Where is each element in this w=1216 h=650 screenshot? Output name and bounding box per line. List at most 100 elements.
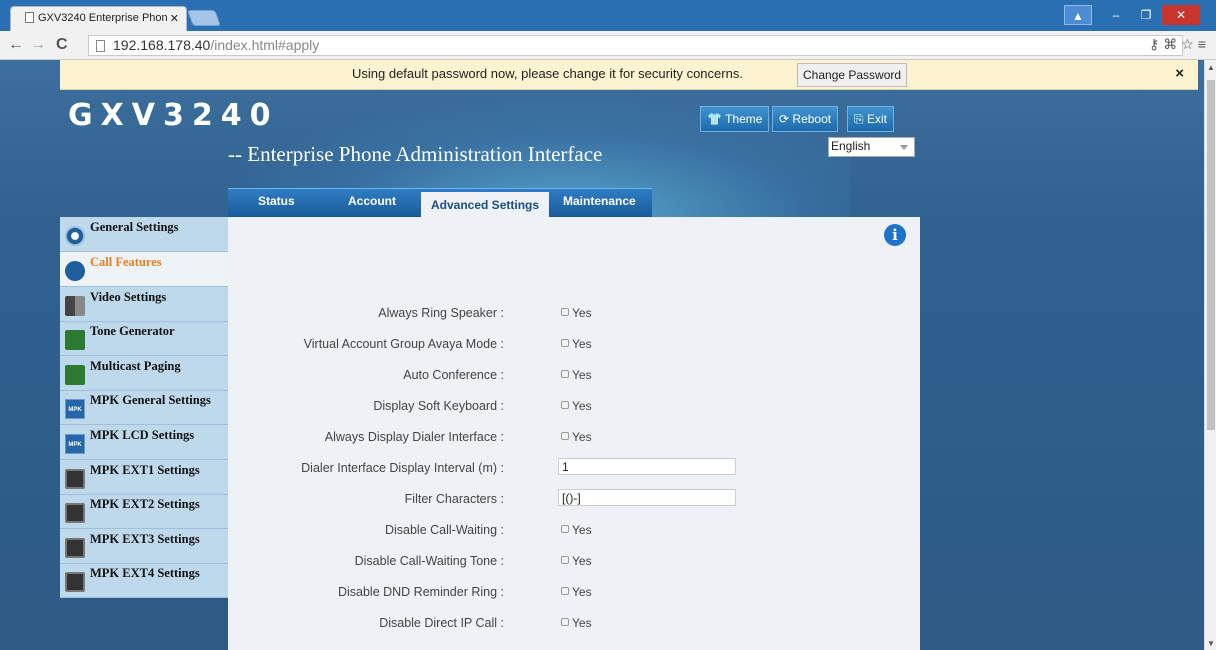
scroll-up-icon[interactable]: ▲: [1207, 63, 1215, 72]
reload-icon[interactable]: C: [56, 36, 68, 54]
sidebar: General Settings Call Features Video Set…: [60, 217, 228, 598]
sidebar-item-label: General Settings: [90, 220, 179, 234]
extension-module-icon: [65, 572, 85, 592]
yes-checkbox[interactable]: Yes: [561, 430, 592, 444]
yes-label: Yes: [572, 554, 592, 568]
phone-icon: [65, 261, 85, 281]
yes-label: Yes: [572, 337, 592, 351]
setting-row: Display Soft Keyboard : Yes: [228, 396, 920, 416]
setting-row: Auto Conference : Yes: [228, 365, 920, 385]
tab-maintenance[interactable]: Maintenance: [563, 194, 636, 208]
key-icon[interactable]: ⚷: [1149, 36, 1163, 52]
setting-row: Dialer Interface Display Interval (m) : 1: [228, 458, 920, 478]
sidebar-item-mpk-ext3-settings[interactable]: MPK EXT3 Settings: [60, 529, 228, 564]
yes-checkbox[interactable]: Yes: [561, 616, 592, 630]
video-icon: [65, 296, 85, 316]
setting-row: Virtual Account Group Avaya Mode : Yes: [228, 334, 920, 354]
sidebar-item-label: MPK EXT3 Settings: [90, 532, 200, 546]
mpk-icon: MPK: [65, 434, 85, 454]
sidebar-item-label: Multicast Paging: [90, 359, 181, 373]
page-subtitle: -- Enterprise Phone Administration Inter…: [228, 142, 603, 166]
sidebar-item-mpk-ext2-settings[interactable]: MPK EXT2 Settings: [60, 494, 228, 529]
reboot-button[interactable]: ⟳ Reboot: [772, 106, 839, 132]
yes-label: Yes: [572, 306, 592, 320]
minimize-icon[interactable]: –: [1102, 5, 1130, 25]
change-password-button[interactable]: Change Password: [797, 63, 908, 87]
setting-label: Always Ring Speaker :: [378, 306, 504, 320]
sidebar-item-general-settings[interactable]: General Settings: [60, 217, 228, 252]
browser-tab-strip: GXV3240 Enterprise Phon ✕ ▲ – ❐ ✕: [0, 0, 1216, 31]
setting-label: Disable Call-Waiting :: [384, 523, 504, 537]
sidebar-item-label: MPK General Settings: [90, 393, 211, 407]
sidebar-item-label: MPK EXT1 Settings: [90, 463, 200, 477]
back-icon[interactable]: ←: [8, 36, 24, 54]
gear-icon: [65, 226, 85, 246]
scrollbar-thumb[interactable]: [1207, 80, 1215, 430]
page-icon: [96, 40, 105, 52]
browser-tab[interactable]: GXV3240 Enterprise Phon ✕: [10, 6, 187, 31]
sidebar-item-mpk-ext1-settings[interactable]: MPK EXT1 Settings: [60, 460, 228, 495]
tab-account[interactable]: Account: [348, 194, 396, 208]
exit-icon: ⎘: [854, 112, 864, 126]
user-profile-icon[interactable]: ▲: [1064, 5, 1092, 25]
close-notice-icon[interactable]: ×: [1175, 65, 1184, 82]
yes-checkbox[interactable]: Yes: [561, 523, 592, 537]
dialer-interval-input[interactable]: 1: [558, 458, 736, 475]
sidebar-item-call-features[interactable]: Call Features: [60, 252, 228, 287]
sidebar-item-mpk-general-settings[interactable]: MPK MPK General Settings: [60, 390, 228, 425]
exit-label: Exit: [866, 112, 887, 126]
sidebar-item-label: Tone Generator: [90, 324, 175, 338]
setting-label: Disable DND Reminder Ring :: [337, 585, 504, 599]
scroll-down-icon[interactable]: ▼: [1207, 639, 1215, 648]
yes-checkbox[interactable]: Yes: [561, 306, 592, 320]
language-select[interactable]: English: [828, 137, 915, 157]
theme-label: Theme: [725, 112, 763, 126]
exit-button[interactable]: ⎘ Exit: [847, 106, 894, 132]
yes-checkbox[interactable]: Yes: [561, 337, 592, 351]
tab-status[interactable]: Status: [258, 194, 295, 208]
language-value: English: [831, 139, 871, 153]
new-tab-button[interactable]: [187, 10, 221, 26]
yes-label: Yes: [572, 616, 592, 630]
yes-checkbox[interactable]: Yes: [561, 554, 592, 568]
close-tab-icon[interactable]: ✕: [170, 12, 179, 25]
yes-label: Yes: [572, 430, 592, 444]
chevron-down-icon: [900, 145, 908, 150]
reboot-label: Reboot: [792, 112, 832, 126]
close-window-icon[interactable]: ✕: [1162, 5, 1200, 25]
yes-checkbox[interactable]: Yes: [561, 399, 592, 413]
sidebar-item-mpk-lcd-settings[interactable]: MPK MPK LCD Settings: [60, 425, 228, 460]
sidebar-item-label: MPK LCD Settings: [90, 428, 195, 442]
star-icon[interactable]: ☆: [1181, 36, 1198, 52]
music-note-icon: [65, 330, 85, 350]
extension-module-icon: [65, 503, 85, 523]
forward-icon[interactable]: →: [30, 36, 46, 54]
tab-advanced-settings[interactable]: Advanced Settings: [421, 192, 549, 218]
setting-label: Disable Call-Waiting Tone :: [354, 554, 504, 568]
setting-row: Disable Direct IP Call : Yes: [228, 613, 920, 633]
sidebar-item-video-settings[interactable]: Video Settings: [60, 287, 228, 322]
theme-button[interactable]: 👕 Theme: [700, 106, 770, 132]
setting-row: Disable Call-Waiting Tone : Yes: [228, 551, 920, 571]
address-bar[interactable]: 192.168.178.40/index.html#apply: [88, 35, 1183, 56]
page-scrollbar[interactable]: ▲ ▼: [1204, 60, 1216, 650]
setting-row: Filter Characters : [()-]: [228, 489, 920, 509]
sidebar-item-label: Video Settings: [90, 290, 167, 304]
setting-label: Auto Conference :: [403, 368, 504, 382]
yes-checkbox[interactable]: Yes: [561, 368, 592, 382]
sidebar-item-multicast-paging[interactable]: Multicast Paging: [60, 356, 228, 391]
yes-label: Yes: [572, 368, 592, 382]
info-icon[interactable]: i: [884, 224, 906, 246]
setting-row: Always Display Dialer Interface : Yes: [228, 427, 920, 447]
setting-label: Dialer Interface Display Interval (m) :: [301, 461, 504, 475]
sidebar-item-mpk-ext4-settings[interactable]: MPK EXT4 Settings: [60, 563, 228, 598]
menu-icon[interactable]: ≡: [1198, 36, 1210, 52]
product-logo: GXV3240: [68, 98, 279, 133]
sidebar-item-label: MPK EXT4 Settings: [90, 566, 200, 580]
translate-icon[interactable]: ⌘: [1163, 36, 1181, 52]
window-controls: ▲ – ❐ ✕: [1064, 5, 1200, 25]
restore-icon[interactable]: ❐: [1132, 5, 1160, 25]
filter-characters-input[interactable]: [()-]: [558, 489, 736, 506]
sidebar-item-tone-generator[interactable]: Tone Generator: [60, 321, 228, 356]
yes-checkbox[interactable]: Yes: [561, 585, 592, 599]
